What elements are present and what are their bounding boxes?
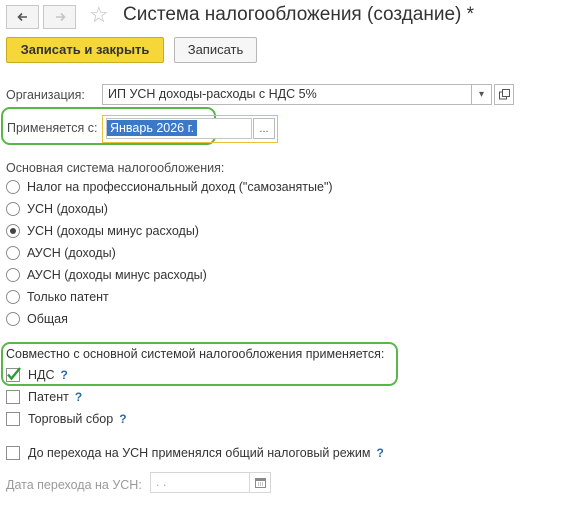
save-button[interactable]: Записать (174, 37, 257, 63)
organization-dropdown-button[interactable]: ▾ (471, 84, 492, 105)
calendar-icon (254, 478, 266, 488)
select-period-button[interactable]: ... (253, 118, 275, 139)
applies-from-field[interactable]: Январь 2026 г. (106, 118, 252, 139)
radio-button[interactable] (6, 246, 20, 260)
combined-heading: Совместно с основной системой налогообло… (6, 347, 385, 361)
radio-label: Налог на профессиональный доход ("самоза… (27, 180, 333, 194)
checkbox-label: До перехода на УСН применялся общий нало… (28, 446, 371, 460)
arrow-right-icon (55, 12, 66, 22)
radio-label: Общая (27, 312, 68, 326)
transition-date-field[interactable]: . . (150, 472, 250, 493)
radio-label: АУСН (доходы) (27, 246, 116, 260)
radio-label: Только патент (27, 290, 109, 304)
checkbox[interactable] (6, 446, 20, 460)
radio-option-usn-income-minus-expenses[interactable]: УСН (доходы минус расходы) (6, 222, 199, 240)
checkbox[interactable] (6, 412, 20, 426)
calendar-button[interactable] (249, 472, 271, 493)
radio-label: УСН (доходы) (27, 202, 108, 216)
radio-button[interactable] (6, 268, 20, 282)
checkbox-general-before-usn[interactable]: До перехода на УСН применялся общий нало… (6, 444, 384, 462)
checkbox[interactable] (6, 367, 21, 382)
main-system-heading: Основная система налогообложения: (6, 161, 225, 175)
radio-label: УСН (доходы минус расходы) (27, 224, 199, 238)
checkbox-label: Торговый сбор (28, 412, 114, 426)
organization-label: Организация: (6, 88, 85, 102)
radio-button[interactable] (6, 202, 20, 216)
radio-option-usn-income[interactable]: УСН (доходы) (6, 200, 108, 218)
forward-button[interactable] (43, 5, 76, 29)
radio-button[interactable] (6, 312, 20, 326)
checkbox-patent[interactable]: Патент ? (6, 388, 82, 406)
checkbox-vat[interactable]: НДС ? (6, 366, 68, 384)
checkbox-label: Патент (28, 390, 69, 404)
checkbox-trade-fee[interactable]: Торговый сбор ? (6, 410, 127, 428)
radio-label: АУСН (доходы минус расходы) (27, 268, 207, 282)
radio-option-ausn-income[interactable]: АУСН (доходы) (6, 244, 116, 262)
checkbox-label: НДС (28, 368, 55, 382)
checkbox[interactable] (6, 390, 20, 404)
open-window-icon (498, 89, 510, 100)
help-icon[interactable]: ? (119, 412, 126, 426)
arrow-left-icon (16, 12, 27, 22)
save-and-close-button[interactable]: Записать и закрыть (6, 37, 164, 63)
radio-option-general[interactable]: Общая (6, 310, 68, 328)
applies-from-value: Январь 2026 г. (107, 120, 198, 136)
transition-date-label: Дата перехода на УСН: (6, 478, 142, 492)
checkmark-icon (7, 367, 21, 381)
back-button[interactable] (6, 5, 39, 29)
radio-button[interactable] (6, 180, 20, 194)
radio-option-patent-only[interactable]: Только патент (6, 288, 109, 306)
organization-open-button[interactable] (494, 84, 514, 105)
star-icon[interactable]: ☆ (89, 2, 109, 28)
help-icon[interactable]: ? (75, 390, 82, 404)
chevron-down-icon: ▾ (478, 89, 485, 100)
applies-from-label: Применяется с: (7, 121, 98, 135)
help-icon[interactable]: ? (61, 368, 68, 382)
help-icon[interactable]: ? (376, 446, 383, 460)
organization-field[interactable]: ИП УСН доходы-расходы с НДС 5% (102, 84, 472, 105)
radio-option-npd[interactable]: Налог на профессиональный доход ("самоза… (6, 178, 333, 196)
radio-button[interactable] (6, 290, 20, 304)
radio-button[interactable] (6, 224, 20, 238)
radio-option-ausn-income-minus-expenses[interactable]: АУСН (доходы минус расходы) (6, 266, 207, 284)
page-title: Система налогообложения (создание) * (123, 4, 475, 25)
